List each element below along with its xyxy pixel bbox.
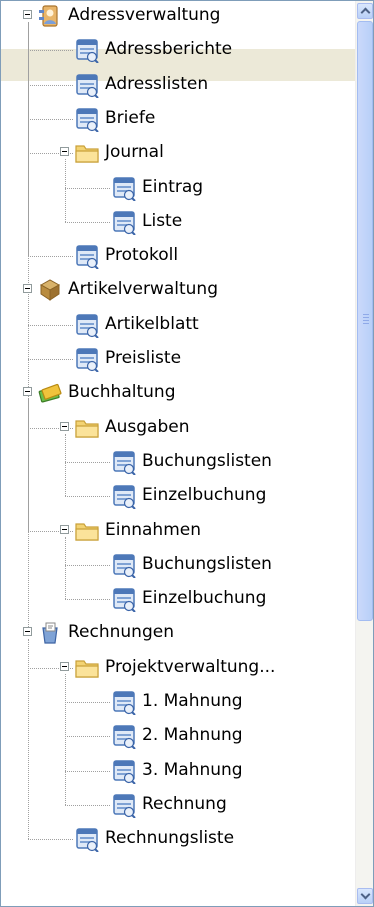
tree-node[interactable]: Journal <box>1 137 355 169</box>
tree-node-label: Liste <box>142 210 183 231</box>
report-icon <box>111 552 137 579</box>
tree-node[interactable]: 2. Mahnung <box>1 720 355 752</box>
collapse-toggle-icon[interactable] <box>60 147 69 157</box>
grip-line <box>363 320 369 321</box>
tree-node-label: Preisliste <box>105 348 182 368</box>
tree-node[interactable]: Buchungslisten <box>1 446 355 478</box>
report-icon <box>74 312 100 339</box>
tree-node[interactable]: Adressverwaltung <box>1 1 355 32</box>
tree-node-label: Artikelverwaltung <box>68 279 218 300</box>
report-icon <box>111 758 137 785</box>
tree-node[interactable]: Eintrag <box>1 172 355 204</box>
scroll-up-button[interactable] <box>357 3 373 19</box>
collapse-toggle-icon[interactable] <box>23 284 32 294</box>
tree-node-label: Briefe <box>105 107 156 128</box>
report-icon <box>111 586 137 613</box>
grip-line <box>363 317 369 318</box>
tree-node[interactable]: Buchungslisten <box>1 549 355 581</box>
report-icon <box>74 72 100 99</box>
collapse-toggle-icon[interactable] <box>23 10 32 19</box>
money-icon <box>37 380 63 406</box>
tree-node[interactable]: Buchhaltung <box>1 377 355 409</box>
tree-node-label: 2. Mahnung <box>142 725 243 746</box>
report-icon <box>74 243 100 270</box>
report-icon <box>111 209 137 236</box>
collapse-toggle-icon[interactable] <box>23 627 32 637</box>
tree-node-label: Einzelbuchung <box>142 588 267 609</box>
report-icon <box>111 792 137 819</box>
tree-node-label: 1. Mahnung <box>142 691 243 711</box>
folder-icon <box>74 140 100 166</box>
tree-node[interactable]: Briefe <box>1 103 355 135</box>
vertical-scrollbar[interactable] <box>355 1 373 906</box>
report-icon <box>111 483 137 510</box>
report-icon <box>111 689 137 716</box>
tree-node-label: Journal <box>105 142 164 163</box>
tree-view: Adressverwaltung Adressberichte Adresslist… <box>1 1 355 906</box>
box-icon <box>37 277 63 303</box>
collapse-toggle-icon[interactable] <box>60 524 69 534</box>
tree-node-label: Einzelbuchung <box>142 485 267 506</box>
report-icon <box>111 723 137 751</box>
address-book-icon <box>37 3 63 29</box>
tree-node-label: Buchungslisten <box>142 450 272 471</box>
tree-node[interactable]: 1. Mahnung <box>1 686 355 718</box>
tree-node[interactable]: Adressberichte <box>1 34 355 66</box>
folder-icon <box>74 415 100 441</box>
tree-node[interactable]: Protokoll <box>1 240 355 272</box>
tree-node-label: Rechnungen <box>68 622 174 643</box>
tree-node-label: Ausgaben <box>105 416 190 437</box>
tree-node-label: Einnahmen <box>105 519 201 540</box>
scroll-down-button[interactable] <box>357 888 373 904</box>
tree-node-label: Adressberichte <box>105 39 233 60</box>
tree-node[interactable]: Rechnungsliste <box>1 823 355 855</box>
collapse-toggle-icon[interactable] <box>23 387 32 397</box>
scrollbar-thumb[interactable] <box>357 21 373 621</box>
report-icon <box>74 37 100 65</box>
tree-node[interactable]: Ausgaben <box>1 412 355 444</box>
tree-node[interactable]: Artikelverwaltung <box>1 274 355 306</box>
tree-node[interactable]: Preisliste <box>1 343 355 375</box>
tree-node-label: Protokoll <box>105 245 179 266</box>
tree-node-label: 3. Mahnung <box>142 759 243 780</box>
tree-node[interactable]: Rechnungen <box>1 617 355 649</box>
grip-line <box>363 314 369 315</box>
report-icon <box>74 106 100 133</box>
tree-node-label: Eintrag <box>142 176 204 197</box>
tree-node-label: Rechnungsliste <box>105 828 235 849</box>
tree-node[interactable]: Adresslisten <box>1 69 355 101</box>
report-icon <box>111 449 137 476</box>
tree-node[interactable]: Einzelbuchung <box>1 480 355 512</box>
folder-icon <box>74 655 100 681</box>
tree-node-label: Projektverwaltung... <box>105 656 276 677</box>
tree-node[interactable]: Projektverwaltung... <box>1 652 355 684</box>
collapse-toggle-icon[interactable] <box>60 421 69 431</box>
report-icon <box>74 346 100 373</box>
tree-node-label: Artikelblatt <box>105 313 199 334</box>
tree-node[interactable]: Rechnung <box>1 789 355 821</box>
tree-node-label: Buchhaltung <box>68 382 176 403</box>
tree-node[interactable]: 3. Mahnung <box>1 755 355 787</box>
tree-node[interactable]: Artikelblatt <box>1 309 355 341</box>
tree-node-label: Adresslisten <box>105 73 209 94</box>
tree-node[interactable]: Einnahmen <box>1 515 355 547</box>
collapse-toggle-icon[interactable] <box>60 661 69 671</box>
tree-node[interactable]: Liste <box>1 206 355 238</box>
report-icon <box>111 175 137 202</box>
report-icon <box>74 826 100 853</box>
tree-node-label: Rechnung <box>142 793 227 814</box>
tree-node[interactable]: Einzelbuchung <box>1 583 355 615</box>
tree-node-label: Adressverwaltung <box>68 5 221 25</box>
folder-icon <box>74 518 100 544</box>
tree-node-label: Buchungslisten <box>142 553 272 574</box>
tree-view-panel: Adressverwaltung Adressberichte Adresslist… <box>0 0 374 907</box>
invoice-icon <box>37 620 63 646</box>
grip-line <box>363 323 369 324</box>
